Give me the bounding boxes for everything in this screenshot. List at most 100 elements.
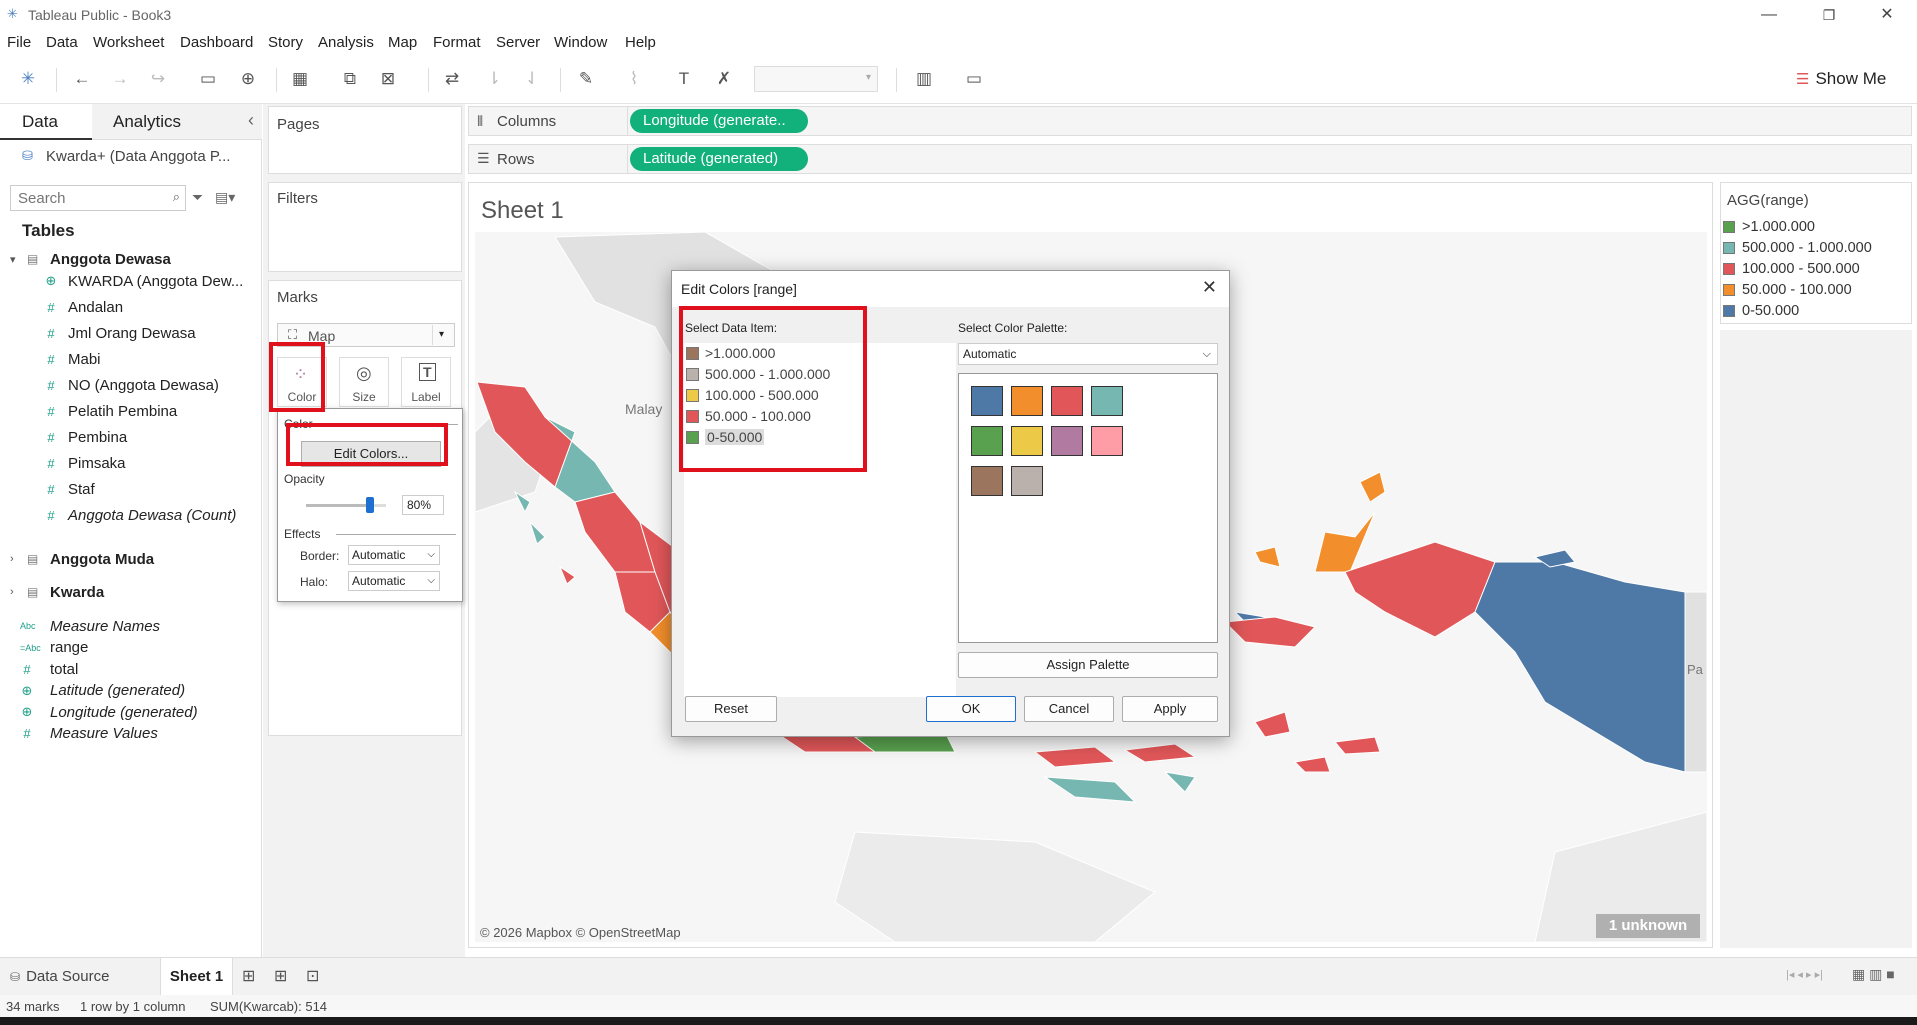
palette-swatch[interactable] bbox=[1011, 426, 1043, 456]
fix-axes-icon[interactable]: ✗ bbox=[712, 67, 736, 91]
unknown-indicator[interactable]: 1 unknown bbox=[1596, 914, 1700, 938]
field-item[interactable]: # Mabi bbox=[0, 348, 262, 370]
field-item[interactable]: Abc Measure Names bbox=[0, 615, 262, 637]
menu-data[interactable]: Data bbox=[46, 34, 78, 51]
palette-swatch[interactable] bbox=[1051, 426, 1083, 456]
replay-icon[interactable]: ↪ bbox=[146, 67, 170, 91]
field-search[interactable]: ⌕ bbox=[10, 185, 186, 211]
datasource-name[interactable]: Kwarda+ (Data Anggota P... bbox=[46, 148, 230, 165]
palette-swatch[interactable] bbox=[1051, 386, 1083, 416]
field-item[interactable]: # Pimsaka bbox=[0, 452, 262, 474]
menu-analysis[interactable]: Analysis bbox=[318, 34, 374, 51]
maximize-button[interactable]: ❐ bbox=[1806, 0, 1852, 30]
legend-item[interactable]: 0-50.000 bbox=[1723, 303, 1799, 319]
search-input[interactable] bbox=[11, 186, 161, 210]
filters-shelf[interactable]: Filters bbox=[268, 182, 462, 272]
show-labels-icon[interactable]: T bbox=[672, 67, 696, 91]
duplicate-sheet-icon[interactable]: ⧉ bbox=[338, 67, 362, 91]
show-me-button[interactable]: ☰ Show Me bbox=[1796, 69, 1886, 89]
table-anggota-dewasa[interactable]: ▾ ▤ Anggota Dewasa bbox=[0, 248, 262, 270]
opacity-slider-thumb[interactable] bbox=[366, 497, 374, 513]
palette-dropdown[interactable]: Automatic ⌵ bbox=[958, 343, 1218, 365]
palette-swatch[interactable] bbox=[1011, 466, 1043, 496]
highlight-icon[interactable]: ✎ bbox=[574, 67, 598, 91]
palette-swatch[interactable] bbox=[971, 466, 1003, 496]
pages-shelf[interactable]: Pages bbox=[268, 106, 462, 174]
close-button[interactable]: ✕ bbox=[1864, 0, 1910, 30]
menu-worksheet[interactable]: Worksheet bbox=[93, 34, 164, 51]
minimize-button[interactable]: — bbox=[1746, 0, 1792, 30]
table-anggota-muda[interactable]: › ▤ Anggota Muda bbox=[0, 548, 262, 570]
size-button[interactable]: ◎ Size bbox=[339, 357, 389, 407]
field-item[interactable]: ⊕ KWARDA (Anggota Dew... bbox=[0, 270, 262, 292]
legend-item[interactable]: 50.000 - 100.000 bbox=[1723, 282, 1852, 298]
menu-story[interactable]: Story bbox=[268, 34, 303, 51]
field-item[interactable]: # Pelatih Pembina bbox=[0, 400, 262, 422]
tab-nav-icons[interactable]: |◂ ◂ ▸ ▸| bbox=[1786, 968, 1823, 981]
palette-swatch[interactable] bbox=[1091, 426, 1123, 456]
device-preview-icon[interactable]: ▭ bbox=[962, 67, 986, 91]
new-worksheet-icon[interactable]: ▦ bbox=[288, 67, 312, 91]
apply-button[interactable]: Apply bbox=[1122, 696, 1218, 722]
field-item[interactable]: ⊕ Longitude (generated) bbox=[0, 701, 262, 723]
opacity-slider[interactable] bbox=[306, 497, 386, 513]
rows-shelf[interactable]: ☰ Rows Latitude (generated) bbox=[468, 144, 1912, 174]
field-item[interactable]: # Jml Orang Dewasa bbox=[0, 322, 262, 344]
menu-server[interactable]: Server bbox=[496, 34, 540, 51]
assign-palette-button[interactable]: Assign Palette bbox=[958, 652, 1218, 678]
view-options-icon[interactable]: ▤▾ bbox=[215, 189, 235, 206]
menu-window[interactable]: Window bbox=[554, 34, 607, 51]
new-dashboard-tab-icon[interactable]: ⊞ bbox=[274, 966, 287, 986]
field-item[interactable]: # Pembina bbox=[0, 426, 262, 448]
legend-item[interactable]: 500.000 - 1.000.000 bbox=[1723, 240, 1872, 256]
field-item[interactable]: # Staf bbox=[0, 478, 262, 500]
label-button[interactable]: T Label bbox=[401, 357, 451, 407]
halo-dropdown[interactable]: Automatic ⌵ bbox=[348, 571, 440, 591]
clear-sheet-icon[interactable]: ⊠ bbox=[376, 67, 400, 91]
palette-swatch[interactable] bbox=[1011, 386, 1043, 416]
cancel-button[interactable]: Cancel bbox=[1024, 696, 1114, 722]
undo-icon[interactable]: ← bbox=[70, 67, 94, 91]
field-item[interactable]: # Anggota Dewasa (Count) bbox=[0, 504, 262, 526]
reset-button[interactable]: Reset bbox=[685, 696, 777, 722]
sort-descending-icon[interactable]: ⇃ bbox=[520, 67, 544, 91]
menu-map[interactable]: Map bbox=[388, 34, 417, 51]
tab-sheet1[interactable]: Sheet 1 bbox=[160, 958, 233, 995]
columns-shelf[interactable]: ⦀ Columns Longitude (generate.. bbox=[468, 106, 1912, 136]
field-item[interactable]: # total bbox=[0, 658, 262, 680]
group-icon[interactable]: ⌇ bbox=[622, 67, 646, 91]
sort-ascending-icon[interactable]: ⇂ bbox=[482, 67, 506, 91]
opacity-input[interactable]: 80% bbox=[402, 495, 444, 515]
palette-swatch[interactable] bbox=[971, 426, 1003, 456]
menu-help[interactable]: Help bbox=[625, 34, 656, 51]
menu-format[interactable]: Format bbox=[433, 34, 481, 51]
menu-dashboard[interactable]: Dashboard bbox=[180, 34, 253, 51]
field-item[interactable]: =Abc range bbox=[0, 637, 262, 659]
palette-swatch[interactable] bbox=[971, 386, 1003, 416]
ok-button[interactable]: OK bbox=[926, 696, 1016, 722]
sheet-title[interactable]: Sheet 1 bbox=[481, 197, 564, 225]
sheet-sorter-icon[interactable]: ▦ ▥ ■ bbox=[1852, 966, 1895, 983]
redo-icon[interactable]: → bbox=[108, 67, 132, 91]
tableau-start-icon[interactable]: ✳ bbox=[16, 67, 40, 91]
legend-item[interactable]: >1.000.000 bbox=[1723, 219, 1815, 235]
field-item[interactable]: # Measure Values bbox=[0, 723, 262, 745]
new-worksheet-tab-icon[interactable]: ⊞ bbox=[242, 966, 255, 986]
legend-item[interactable]: 100.000 - 500.000 bbox=[1723, 261, 1860, 277]
collapse-pane-icon[interactable]: ‹ bbox=[248, 110, 254, 131]
dialog-close-button[interactable]: ✕ bbox=[1202, 277, 1217, 298]
border-dropdown[interactable]: Automatic ⌵ bbox=[348, 545, 440, 565]
field-item[interactable]: ⊕ Latitude (generated) bbox=[0, 680, 262, 702]
palette-swatch[interactable] bbox=[1091, 386, 1123, 416]
tab-data[interactable]: Data bbox=[0, 104, 92, 140]
latitude-pill[interactable]: Latitude (generated) bbox=[630, 147, 808, 171]
filter-icon[interactable]: ⏷ bbox=[192, 189, 203, 206]
tab-data-source[interactable]: ⛁ Data Source bbox=[0, 958, 160, 995]
new-story-tab-icon[interactable]: ⊡ bbox=[306, 966, 319, 986]
presentation-icon[interactable]: ▥ bbox=[912, 67, 936, 91]
field-item[interactable]: # Andalan bbox=[0, 296, 262, 318]
save-icon[interactable]: ▭ bbox=[196, 67, 220, 91]
fit-dropdown[interactable]: ▾ bbox=[754, 66, 878, 92]
field-item[interactable]: # NO (Anggota Dewasa) bbox=[0, 374, 262, 396]
swap-rows-columns-icon[interactable]: ⇄ bbox=[440, 67, 464, 91]
